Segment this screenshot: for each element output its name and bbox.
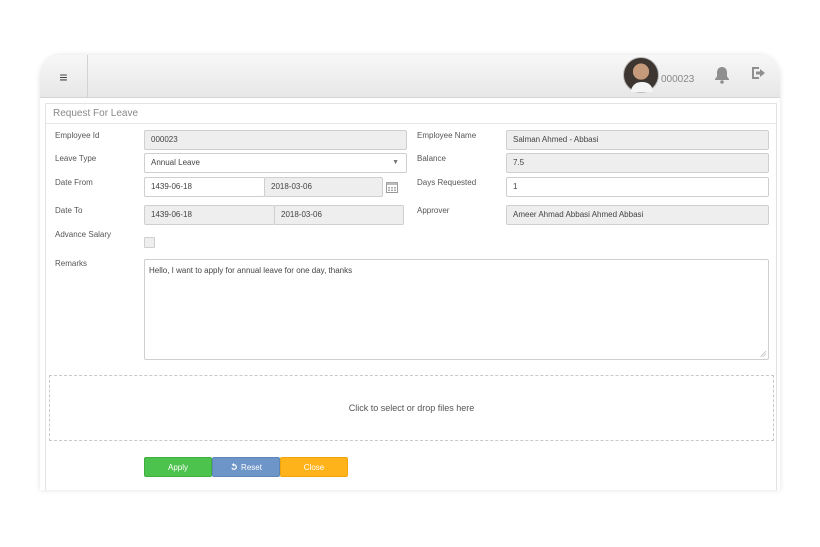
leave-type-select[interactable]: Annual Leave ▼ <box>144 153 407 173</box>
bell-icon[interactable] <box>712 65 732 85</box>
remarks-text: Hello, I want to apply for annual leave … <box>149 266 353 275</box>
balance-field: 7.5 <box>506 153 769 173</box>
close-button-label: Close <box>303 462 325 472</box>
close-button[interactable]: Close <box>280 457 348 477</box>
file-dropzone[interactable]: Click to select or drop files here <box>49 375 774 441</box>
top-bar: ≡ 000023 <box>40 55 780 98</box>
hamburger-icon[interactable]: ≡ <box>40 55 88 98</box>
date-to-hijri-field: 1439-06-18 <box>144 205 275 225</box>
date-to-gregorian-field: 2018-03-06 <box>274 205 404 225</box>
logout-icon[interactable] <box>749 64 767 82</box>
days-requested-input[interactable]: 1 <box>506 177 769 197</box>
chevron-down-icon: ▼ <box>392 159 399 166</box>
avatar[interactable] <box>623 57 659 93</box>
employee-name-label: Employee Name <box>417 131 477 140</box>
reset-button-label: Reset <box>241 462 262 472</box>
calendar-icon[interactable] <box>386 181 398 193</box>
reset-button[interactable]: Reset <box>212 457 280 477</box>
date-from-gregorian-field: 2018-03-06 <box>264 177 383 197</box>
advance-salary-checkbox[interactable] <box>144 237 155 248</box>
leave-type-value: Annual Leave <box>151 158 200 167</box>
app-window: ≡ 000023 Request For Leave Employee Id 0… <box>40 55 780 490</box>
date-to-label: Date To <box>55 206 83 215</box>
approver-label: Approver <box>417 206 450 215</box>
date-from-hijri-input[interactable]: 1439-06-18 <box>144 177 265 197</box>
remarks-label: Remarks <box>55 259 88 268</box>
leave-type-label: Leave Type <box>55 154 97 163</box>
panel-title: Request For Leave <box>46 104 776 124</box>
dropzone-text: Click to select or drop files here <box>348 403 475 413</box>
resize-grip-icon[interactable] <box>760 351 766 357</box>
apply-button[interactable]: Apply <box>144 457 212 477</box>
employee-id-label: Employee Id <box>55 131 100 140</box>
approver-field: Ameer Ahmad Abbasi Ahmed Abbasi <box>506 205 769 225</box>
employee-name-field: Salman Ahmed - Abbasi <box>506 130 769 150</box>
employee-id-field: 000023 <box>144 130 407 150</box>
days-requested-label: Days Requested <box>417 178 477 187</box>
advance-salary-label: Advance Salary <box>55 230 112 239</box>
date-from-label: Date From <box>55 178 93 187</box>
apply-button-label: Apply <box>167 462 188 472</box>
remarks-textarea[interactable]: Hello, I want to apply for annual leave … <box>144 259 769 360</box>
leave-request-panel: Request For Leave Employee Id 000023 Emp… <box>45 103 777 490</box>
balance-label: Balance <box>417 154 446 163</box>
undo-icon <box>231 463 237 470</box>
user-id: 000023 <box>661 74 695 85</box>
